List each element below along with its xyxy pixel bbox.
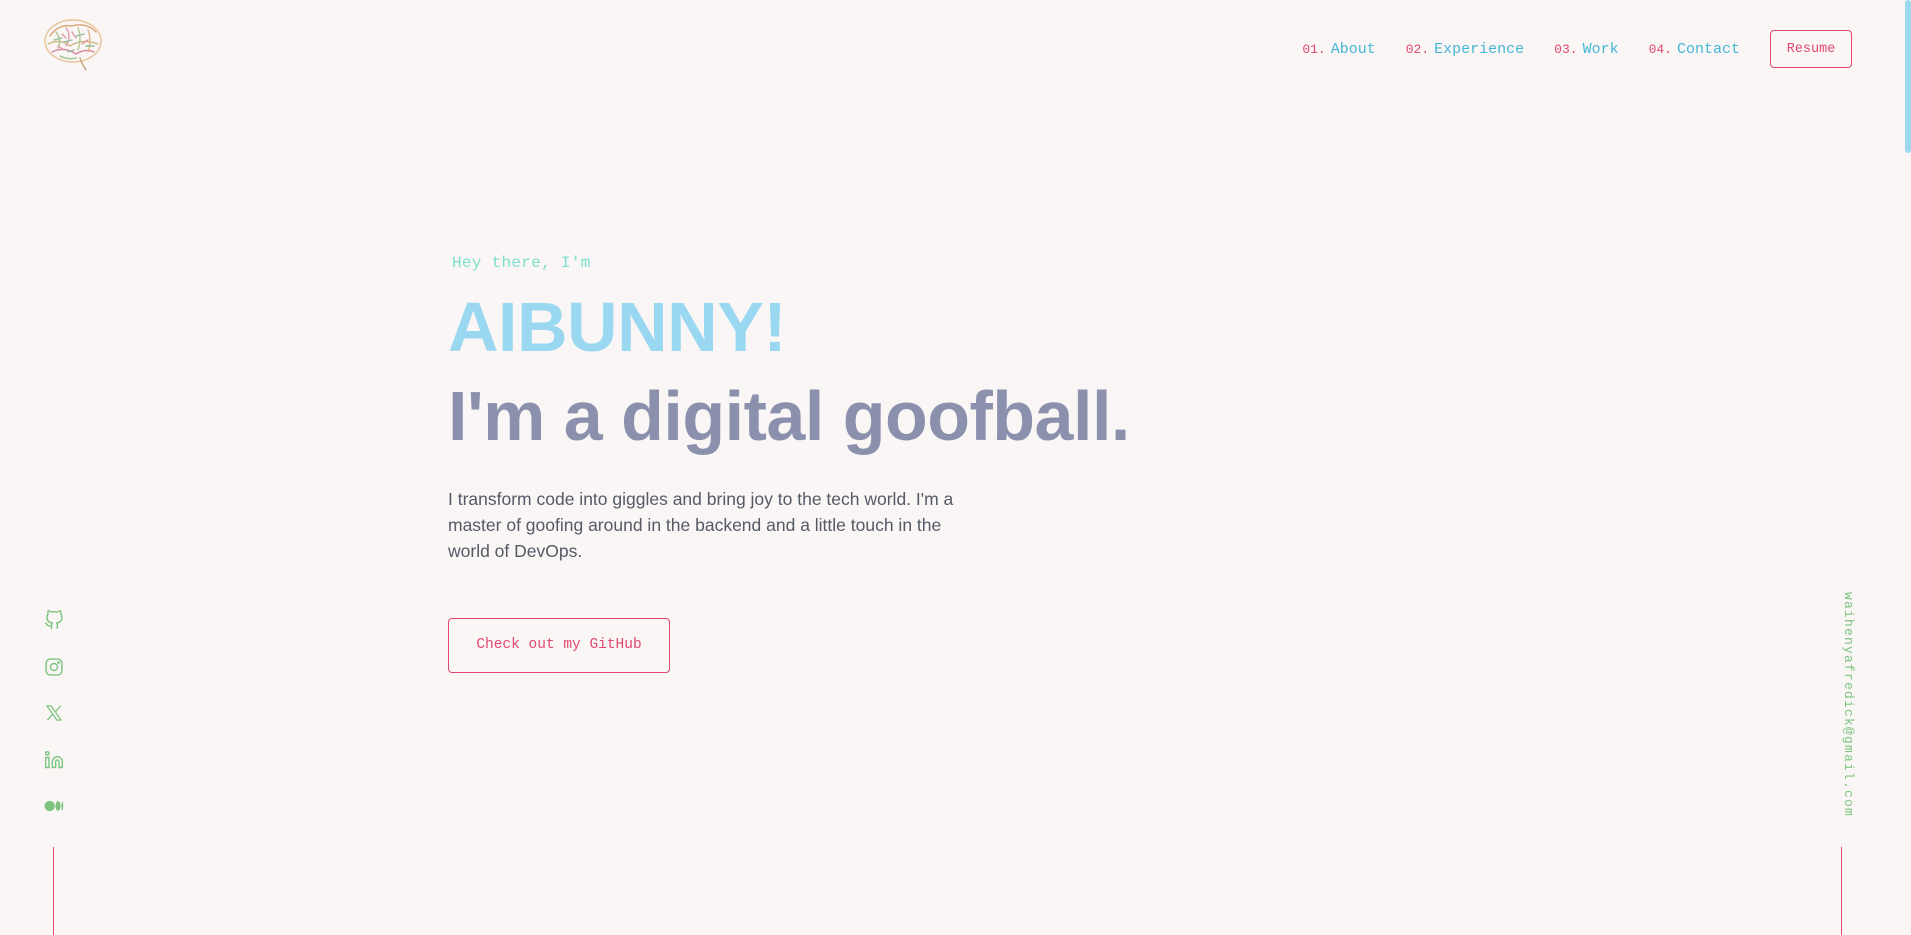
- nav-item-experience[interactable]: 02. Experience: [1406, 41, 1524, 58]
- hero-name: AIBUNNY!: [448, 288, 787, 366]
- main-nav: 01. About 02. Experience 03. Work 04. Co…: [1302, 30, 1911, 68]
- medium-link[interactable]: [40, 792, 68, 820]
- hero-greeting: Hey there, I'm: [452, 254, 591, 272]
- instagram-icon: [45, 657, 63, 676]
- hero-tagline: I'm a digital goofball.: [448, 377, 1130, 455]
- email-sidebar: waihenyafredick@gmail.com: [1841, 592, 1861, 822]
- nav-label: About: [1330, 40, 1376, 58]
- resume-button[interactable]: Resume: [1770, 30, 1852, 68]
- nav-item-contact[interactable]: 04. Contact: [1649, 41, 1740, 58]
- nav-number: 01.: [1302, 41, 1326, 57]
- x-twitter-link[interactable]: [40, 699, 68, 727]
- nav-item-about[interactable]: 01. About: [1302, 41, 1375, 58]
- left-divider-line: [53, 847, 54, 935]
- nav-number: 04.: [1648, 41, 1672, 57]
- nav-item-work[interactable]: 03. Work: [1554, 41, 1618, 58]
- nav-label: Contact: [1676, 40, 1740, 58]
- github-icon: [44, 610, 63, 630]
- nav-number: 03.: [1554, 41, 1578, 57]
- right-divider-line: [1841, 847, 1842, 935]
- linkedin-icon: [44, 750, 64, 768]
- nav-label: Work: [1582, 40, 1619, 58]
- github-cta-button[interactable]: Check out my GitHub: [448, 617, 670, 673]
- instagram-link[interactable]: [40, 653, 68, 681]
- email-link[interactable]: waihenyafredick@gmail.com: [1841, 592, 1856, 817]
- brain-logo-icon[interactable]: [42, 16, 106, 72]
- scrollbar-thumb[interactable]: [1905, 0, 1911, 153]
- github-link[interactable]: [40, 606, 68, 634]
- nav-number: 02.: [1405, 41, 1430, 57]
- x-twitter-icon: [46, 705, 62, 721]
- medium-icon: [44, 800, 64, 812]
- social-links: [40, 606, 68, 839]
- nav-label: Experience: [1434, 40, 1525, 58]
- hero-section: Hey there, I'm AIBUNNY! I'm a digital go…: [448, 254, 1548, 673]
- hero-bio: I transform code into giggles and bring …: [448, 488, 954, 561]
- linkedin-link[interactable]: [40, 746, 68, 774]
